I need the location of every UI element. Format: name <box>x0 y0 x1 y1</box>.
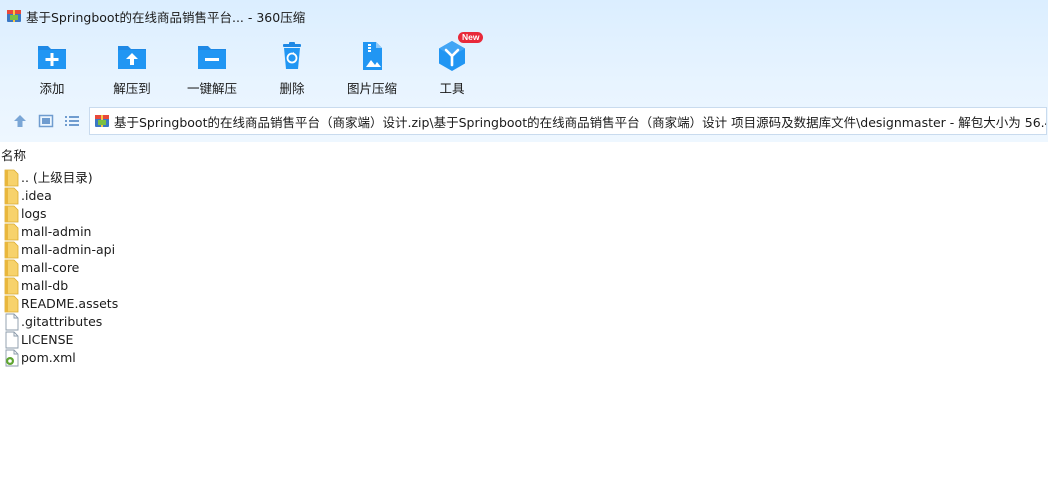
thumbnail-view-icon[interactable] <box>37 112 55 130</box>
one-click-extract-icon <box>198 46 226 69</box>
add-label: 添加 <box>39 81 65 96</box>
list-item[interactable]: mall-db <box>0 277 300 295</box>
new-badge: New <box>458 32 484 43</box>
item-name: mall-core <box>21 260 80 275</box>
title-bar[interactable]: 基于Springboot的在线商品销售平台... - 360压缩 <box>0 0 1048 32</box>
item-name: mall-admin <box>21 224 92 239</box>
item-name: .gitattributes <box>21 314 103 329</box>
list-view-icon[interactable] <box>63 112 81 130</box>
file-rows: .. (上级目录) .idea logs mall-admin mall-adm… <box>0 169 300 367</box>
list-item[interactable]: .idea <box>0 187 300 205</box>
list-item[interactable]: .gitattributes <box>0 313 300 331</box>
folder-icon <box>4 277 19 295</box>
list-item[interactable]: LICENSE <box>0 331 300 349</box>
list-item[interactable]: mall-admin <box>0 223 300 241</box>
add-folder-icon <box>38 46 66 69</box>
list-item[interactable]: pom.xml <box>0 349 300 367</box>
item-name: mall-db <box>21 278 69 293</box>
folder-icon <box>4 205 19 223</box>
image-compress-label: 图片压缩 <box>346 81 397 96</box>
add-button[interactable]: 添加 <box>12 36 92 98</box>
item-name: .. (上级目录) <box>21 170 93 185</box>
image-compress-button[interactable]: 图片压缩 <box>332 36 412 98</box>
item-name: mall-admin-api <box>21 242 116 257</box>
one-click-extract-button[interactable]: 一键解压 <box>172 36 252 98</box>
extract-to-button[interactable]: 解压到 <box>92 36 172 98</box>
archive-file-icon <box>95 115 109 127</box>
extract-to-label: 解压到 <box>113 81 151 96</box>
navigation-bar: 基于Springboot的在线商品销售平台（商家端）设计.zip\基于Sprin… <box>0 106 1048 136</box>
list-item[interactable]: mall-admin-api <box>0 241 300 259</box>
toolbar: 添加 解压到 一键解压 删除 图片压缩 New 工具 <box>0 32 1048 98</box>
xml-file-icon <box>5 349 19 367</box>
window-title: 基于Springboot的在线商品销售平台... - 360压缩 <box>26 9 306 25</box>
path-field[interactable]: 基于Springboot的在线商品销售平台（商家端）设计.zip\基于Sprin… <box>89 107 1047 135</box>
image-compress-icon <box>363 42 382 70</box>
column-header-name[interactable]: 名称 <box>0 146 26 166</box>
tools-label: 工具 <box>439 81 465 96</box>
folder-icon <box>4 241 19 259</box>
file-icon <box>5 331 19 349</box>
folder-icon <box>4 187 19 205</box>
delete-button[interactable]: 删除 <box>252 36 332 98</box>
one-click-extract-label: 一键解压 <box>186 81 237 96</box>
folder-icon <box>4 295 19 313</box>
item-name: .idea <box>21 188 52 203</box>
file-icon <box>5 313 19 331</box>
list-item[interactable]: .. (上级目录) <box>0 169 300 187</box>
up-arrow-icon[interactable] <box>11 112 29 130</box>
top-area: 基于Springboot的在线商品销售平台... - 360压缩 添加 解压到 … <box>0 0 1048 142</box>
file-list: 名称 .. (上级目录) .idea logs mall-admin mall-… <box>0 142 1048 477</box>
delete-label: 删除 <box>279 81 305 96</box>
folder-icon <box>4 259 19 277</box>
item-name: LICENSE <box>21 332 74 347</box>
item-name: logs <box>21 206 47 221</box>
folder-icon <box>4 169 19 187</box>
folder-icon <box>4 223 19 241</box>
app-window: 基于Springboot的在线商品销售平台... - 360压缩 添加 解压到 … <box>0 0 1048 477</box>
item-name: pom.xml <box>21 350 76 365</box>
path-text: 基于Springboot的在线商品销售平台（商家端）设计.zip\基于Sprin… <box>114 114 1046 130</box>
extract-to-icon <box>118 46 146 69</box>
item-name: README.assets <box>21 296 119 311</box>
tools-icon <box>439 41 465 71</box>
tools-button[interactable]: New 工具 <box>412 32 492 98</box>
list-item[interactable]: README.assets <box>0 295 300 313</box>
archive-app-icon <box>7 10 21 22</box>
recycle-bin-icon <box>283 42 301 69</box>
list-item[interactable]: mall-core <box>0 259 300 277</box>
list-item[interactable]: logs <box>0 205 300 223</box>
